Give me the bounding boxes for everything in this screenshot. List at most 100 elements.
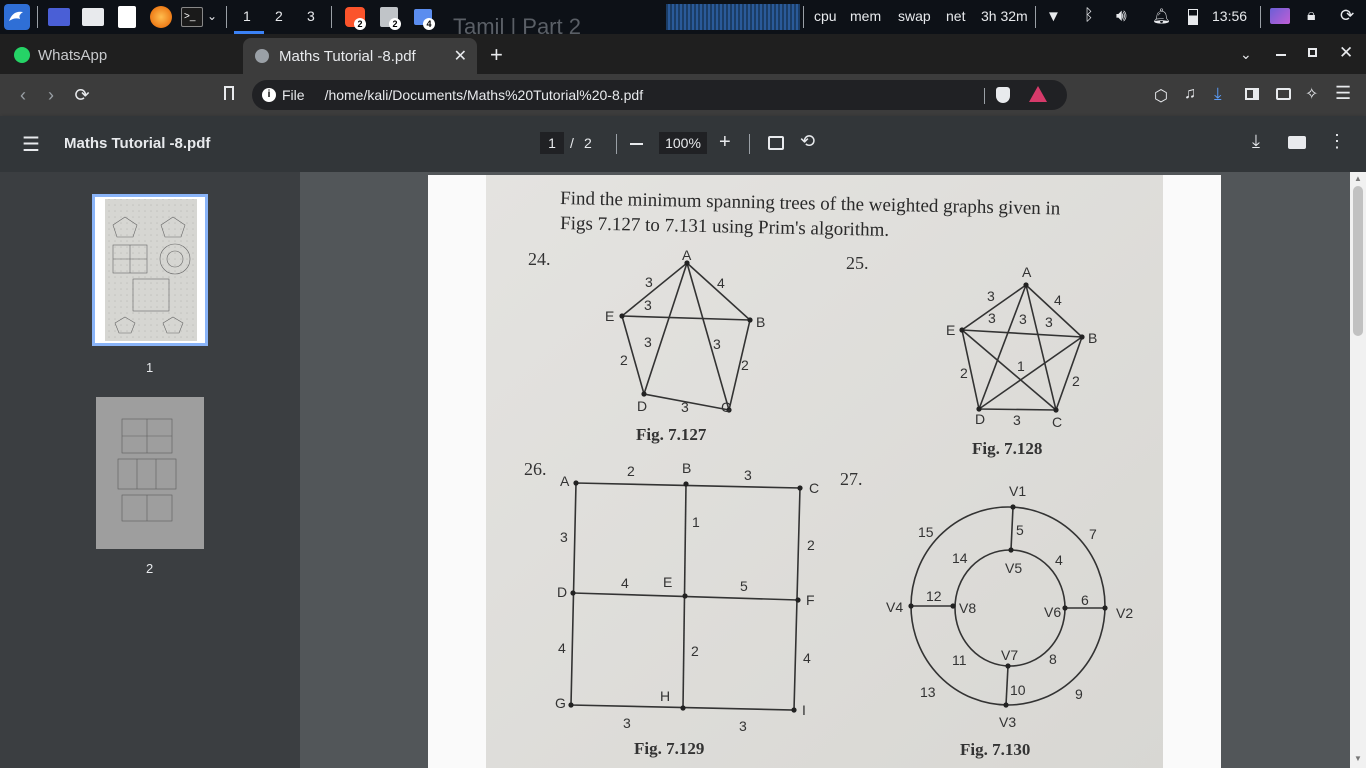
svg-text:4: 4 [558, 640, 566, 656]
svg-text:D: D [637, 398, 647, 414]
svg-text:V1: V1 [1009, 483, 1026, 499]
svg-text:4: 4 [803, 650, 811, 666]
info-icon[interactable]: i [262, 88, 276, 102]
brave-rewards-icon[interactable] [1029, 86, 1047, 102]
close-window-icon[interactable]: ✕ [1339, 43, 1353, 63]
zoom-out-button[interactable] [630, 143, 643, 145]
text-editor-icon[interactable] [118, 6, 136, 28]
svg-text:3: 3 [987, 288, 995, 304]
wifi-icon[interactable]: ▼ [1046, 8, 1061, 25]
reload-icon[interactable]: ⟳ [71, 84, 93, 106]
rotate-icon[interactable]: ⟲ [800, 131, 815, 152]
forward-icon[interactable]: › [40, 84, 62, 106]
figure-7-127-caption: Fig. 7.127 [636, 425, 707, 444]
workspace-1[interactable]: 1 [243, 8, 251, 24]
back-icon[interactable]: ‹ [12, 84, 34, 106]
svg-text:3: 3 [739, 718, 747, 734]
brave-shields-icon[interactable] [996, 87, 1010, 103]
bluetooth-icon[interactable]: ᛒ [1084, 7, 1094, 25]
svg-text:5: 5 [740, 578, 748, 594]
tab-active-label: Maths Tutorial -8.pdf [279, 47, 416, 65]
browser-menu-icon[interactable]: ☰ [1335, 83, 1351, 104]
minimize-window-icon[interactable] [1276, 54, 1286, 56]
svg-text:3: 3 [713, 336, 721, 352]
notification-bell-icon[interactable]: 🔔︎ [1152, 7, 1171, 25]
volume-icon[interactable]: 🔊︎ [1116, 6, 1127, 26]
fit-page-icon[interactable] [768, 136, 784, 150]
svg-text:V4: V4 [886, 599, 903, 615]
svg-text:8: 8 [1049, 651, 1057, 667]
svg-text:3: 3 [744, 467, 752, 483]
mem-monitor[interactable]: mem [850, 8, 881, 24]
tab-search-chevron-icon[interactable]: ⌄ [1240, 46, 1252, 63]
thumbnail-1-label: 1 [146, 360, 154, 375]
browser-toolbar: ‹ › ⟳ i File /home/kali/Documents/Maths%… [0, 74, 1366, 116]
sidebar-toggle-icon[interactable] [1245, 88, 1259, 100]
workspace-2[interactable]: 2 [275, 8, 283, 24]
scrollbar-thumb[interactable] [1353, 186, 1363, 336]
cpu-monitor[interactable]: cpu [814, 8, 837, 24]
thumbnail-page-1[interactable] [92, 194, 208, 346]
toolbar-separator [616, 134, 617, 154]
power-icon[interactable]: ⟳ [1340, 6, 1354, 26]
new-tab-button[interactable]: + [490, 42, 503, 68]
net-monitor[interactable]: net [946, 8, 965, 24]
svg-text:11: 11 [952, 652, 967, 668]
zoom-level-input[interactable]: 100% [659, 132, 707, 154]
problem-25: 25. [846, 253, 869, 273]
address-bar[interactable]: i File /home/kali/Documents/Maths%20Tuto… [252, 80, 1067, 110]
downloads-icon[interactable]: ⤓ [1214, 84, 1222, 104]
page-separator: / [570, 135, 574, 151]
svg-text:H: H [660, 688, 670, 704]
clock[interactable]: 13:56 [1212, 8, 1247, 24]
battery-time[interactable]: 3h 32m [981, 8, 1028, 24]
svg-text:B: B [682, 460, 691, 476]
battery-icon[interactable] [1188, 9, 1198, 25]
bookmark-icon[interactable] [224, 86, 234, 100]
extensions-icon[interactable]: ⬡ [1154, 86, 1168, 106]
pdf-viewer[interactable]: Find the minimum spanning trees of the w… [300, 172, 1350, 768]
scheme-label: File [282, 87, 305, 103]
svg-text:3: 3 [560, 529, 568, 545]
restore-window-icon[interactable] [1308, 48, 1317, 57]
display-icon[interactable] [1270, 8, 1290, 24]
desktop-icon[interactable] [48, 8, 70, 26]
scroll-up-icon[interactable]: ▲ [1354, 174, 1362, 183]
viewer-scrollbar[interactable]: ▲ ▼ [1350, 172, 1366, 768]
thumbnail-page-2[interactable] [96, 397, 204, 549]
terminal-icon[interactable]: >_ [181, 7, 203, 27]
taskbar-separator [226, 6, 227, 28]
menu-icon[interactable]: ☰ [22, 132, 40, 157]
url-text[interactable]: /home/kali/Documents/Maths%20Tutorial%20… [325, 87, 644, 103]
kali-menu-icon[interactable] [4, 4, 30, 30]
workspace-3[interactable]: 3 [307, 8, 315, 24]
scroll-down-icon[interactable]: ▼ [1354, 754, 1362, 763]
files-icon[interactable] [82, 8, 104, 26]
figure-7-128-caption: Fig. 7.128 [972, 439, 1042, 458]
chevron-down-icon[interactable]: ⌄ [207, 9, 217, 23]
svg-text:A: A [1022, 264, 1032, 280]
tab-active-pdf[interactable]: Maths Tutorial -8.pdf ✕ [243, 38, 477, 74]
cpu-graph [666, 4, 800, 30]
svg-text:9: 9 [1075, 686, 1083, 702]
print-icon[interactable] [1288, 136, 1306, 149]
taskbar-separator [37, 6, 38, 28]
svg-text:3: 3 [681, 399, 689, 415]
firefox-icon[interactable] [150, 6, 172, 28]
page-number-input[interactable]: 1 [540, 132, 564, 154]
close-tab-icon[interactable]: ✕ [454, 46, 467, 66]
thumbnail-1-preview [95, 197, 205, 343]
lock-icon[interactable]: 🔒︎ [1307, 7, 1316, 25]
zoom-in-button[interactable]: + [719, 131, 731, 154]
figure-7-129-caption: Fig. 7.129 [634, 739, 704, 758]
svg-text:2: 2 [627, 463, 635, 479]
problem-26: 26. [524, 459, 547, 479]
leo-ai-icon[interactable]: ✧ [1305, 84, 1318, 104]
wallet-icon[interactable] [1276, 88, 1291, 100]
more-options-icon[interactable]: ⋮ [1328, 131, 1346, 152]
tab-whatsapp[interactable]: WhatsApp [14, 40, 107, 70]
download-icon[interactable]: ⤓ [1252, 131, 1260, 152]
swap-monitor[interactable]: swap [898, 8, 931, 24]
svg-text:1: 1 [692, 514, 700, 530]
media-icon[interactable]: ♫ [1184, 85, 1196, 103]
